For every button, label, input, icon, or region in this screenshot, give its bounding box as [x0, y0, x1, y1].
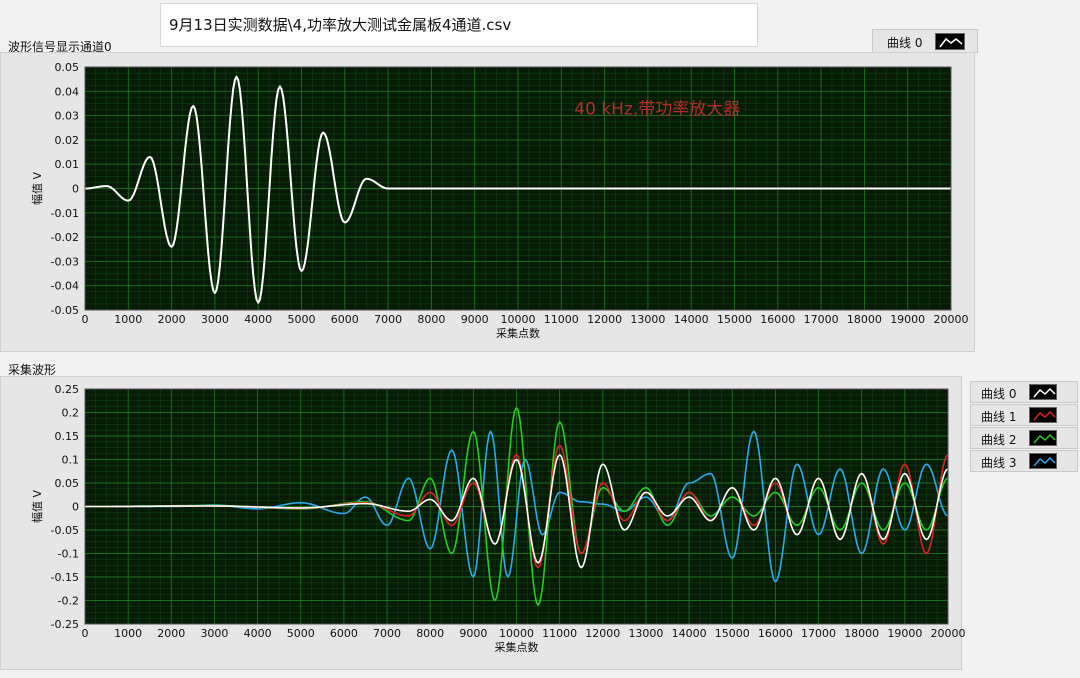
legend-item-label: 曲线 2 [981, 433, 1017, 447]
legend-line-swatch-icon [1029, 430, 1057, 446]
legend-item-label: 曲线 0 [887, 36, 923, 50]
legend-item-label: 曲线 3 [981, 456, 1017, 470]
legend-line-swatch-icon [1029, 407, 1057, 423]
legend-line-swatch-icon [935, 33, 965, 50]
legend-line-swatch-icon [1029, 453, 1057, 469]
graph-frame-1 [0, 52, 975, 352]
legend-curve-3[interactable]: 曲线 3 [970, 450, 1078, 472]
file-path-display[interactable]: 9月13日实测数据\4,功率放大测试金属板4通道.csv [160, 3, 758, 47]
legend-item-label: 曲线 1 [981, 410, 1017, 424]
legend-curve-2[interactable]: 曲线 2 [970, 427, 1078, 449]
legend-curve-1[interactable]: 曲线 1 [970, 404, 1078, 426]
plot-legend-graph1[interactable]: 曲线 0 [872, 29, 978, 53]
graph-frame-2 [0, 376, 962, 670]
legend-curve-0[interactable]: 曲线 0 [970, 381, 1078, 403]
legend-item-label: 曲线 0 [981, 387, 1017, 401]
legend-line-swatch-icon [1029, 384, 1057, 400]
